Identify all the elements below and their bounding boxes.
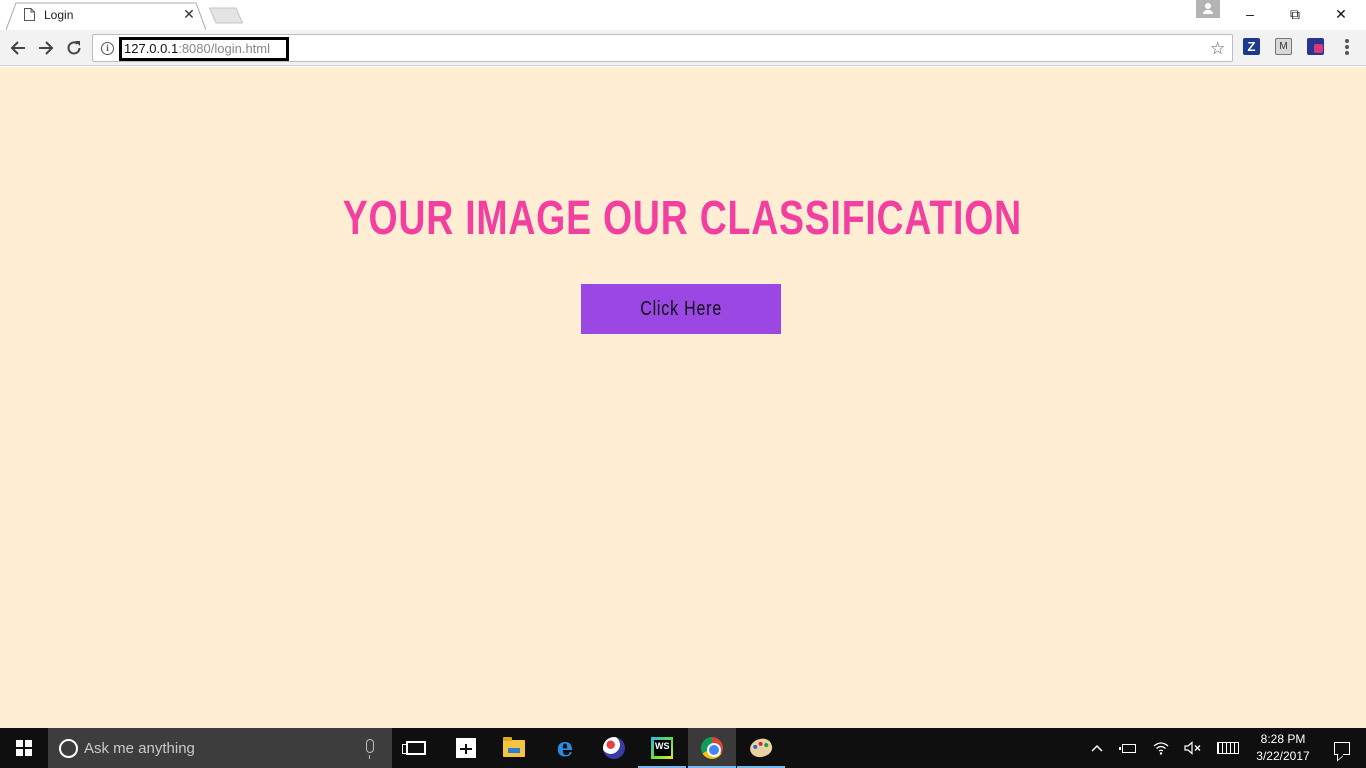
palette-icon	[747, 735, 775, 761]
restore-button[interactable]: ⧉	[1272, 0, 1318, 28]
arrow-left-icon	[10, 41, 25, 55]
task-view-icon	[402, 741, 426, 755]
volume-muted-icon[interactable]	[1182, 728, 1204, 768]
page-content: YOUR IMAGE OUR CLASSIFICATION Click Here	[0, 67, 1366, 728]
profile-icon[interactable]	[1196, 0, 1220, 18]
webstorm-button[interactable]	[638, 728, 686, 768]
zotero-extension-icon[interactable]: Z	[1243, 38, 1260, 55]
info-icon[interactable]: i	[101, 42, 114, 55]
m-extension-icon[interactable]: M	[1275, 38, 1292, 55]
start-button[interactable]	[0, 728, 48, 768]
arrow-right-icon	[39, 41, 54, 55]
url-field[interactable]: 127.0.0.1:8080/login.html	[119, 37, 289, 61]
reload-icon	[67, 41, 81, 55]
file-explorer-button[interactable]	[490, 728, 538, 768]
address-bar[interactable]: i 127.0.0.1:8080/login.html ☆	[92, 34, 1233, 62]
clock-time: 8:28 PM	[1260, 732, 1306, 746]
chevron-up-icon	[1091, 744, 1103, 752]
taskbar-clock[interactable]: 8:28 PM 3/22/2017	[1248, 731, 1318, 765]
click-here-label: Click Here	[640, 297, 722, 320]
browser-toolbar: i 127.0.0.1:8080/login.html ☆ Z M	[0, 30, 1366, 66]
new-tab-button[interactable]	[209, 7, 243, 24]
tab-title: Login	[44, 8, 74, 22]
store-button[interactable]	[442, 728, 490, 768]
browser-titlebar: Login ✕ – ⧉ ✕	[0, 0, 1366, 30]
browser-menu-icon[interactable]	[1341, 38, 1353, 58]
window-close-button[interactable]: ✕	[1318, 0, 1364, 28]
back-button[interactable]	[6, 36, 30, 60]
action-center-button[interactable]	[1318, 728, 1366, 768]
windows-taskbar: Ask me anything e 8:28 PM 3/22/2017	[0, 728, 1366, 768]
battery-icon[interactable]	[1118, 728, 1140, 768]
click-here-button[interactable]: Click Here	[581, 284, 781, 334]
edge-icon: e	[556, 733, 574, 763]
forward-button[interactable]	[34, 36, 58, 60]
chrome-button[interactable]	[688, 728, 736, 768]
page-icon	[24, 8, 35, 21]
minimize-button[interactable]: –	[1227, 0, 1273, 28]
search-placeholder: Ask me anything	[84, 740, 195, 757]
store-icon	[456, 738, 476, 758]
chrome-icon	[701, 737, 723, 759]
paint-button[interactable]	[590, 728, 638, 768]
extension-icon[interactable]	[1307, 38, 1324, 55]
cortana-search[interactable]: Ask me anything	[48, 728, 392, 768]
wifi-icon[interactable]	[1150, 728, 1172, 768]
wifi-signal-icon	[1153, 742, 1169, 755]
show-hidden-icons-chevron[interactable]	[1086, 728, 1108, 768]
reload-button[interactable]	[62, 36, 86, 60]
keyboard-icon[interactable]	[1214, 728, 1242, 768]
task-view-button[interactable]	[392, 728, 440, 768]
paint-icon	[603, 737, 625, 759]
url-host: 127.0.0.1	[124, 41, 179, 56]
windows-logo-icon	[16, 740, 32, 756]
bookmark-star-icon[interactable]: ☆	[1210, 39, 1225, 59]
notification-icon	[1334, 741, 1350, 755]
microphone-icon[interactable]	[366, 739, 374, 759]
url-path: :8080/login.html	[178, 41, 270, 56]
clock-date: 3/22/2017	[1256, 749, 1310, 763]
speaker-muted-icon	[1184, 741, 1201, 755]
edge-button[interactable]: e	[541, 728, 589, 768]
paint-palette-button[interactable]	[737, 728, 785, 768]
webstorm-icon	[651, 737, 673, 759]
active-tab[interactable]	[6, 2, 206, 30]
page-title: YOUR IMAGE OUR CLASSIFICATION	[342, 192, 1022, 245]
close-icon[interactable]: ✕	[181, 6, 197, 22]
cortana-icon	[59, 739, 78, 758]
folder-icon	[503, 736, 525, 757]
